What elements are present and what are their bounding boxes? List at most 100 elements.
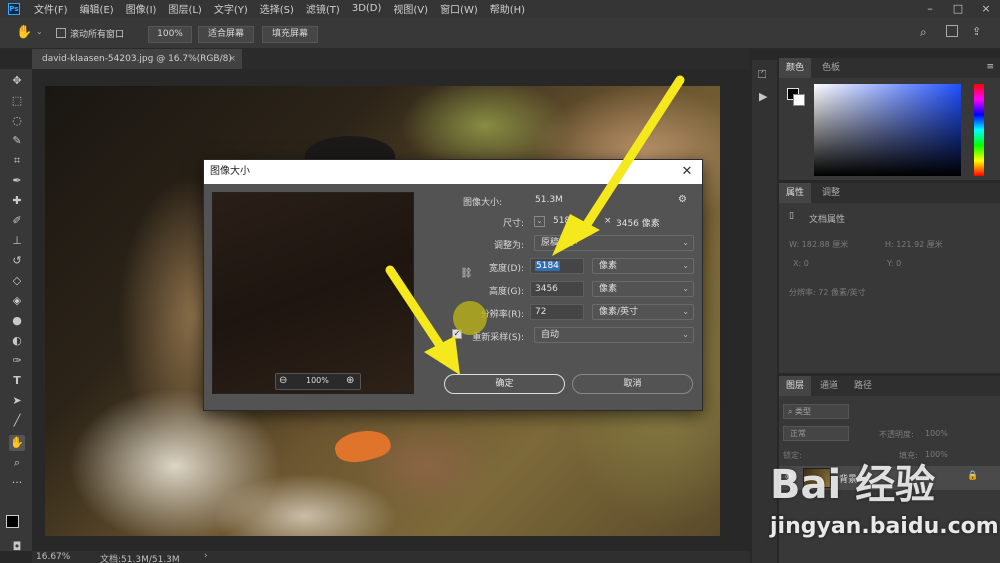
menu-help[interactable]: 帮助(H) (484, 1, 531, 16)
pen-tool-icon[interactable]: ✑ (9, 353, 25, 369)
minimize-icon[interactable]: – (916, 0, 944, 17)
menu-view[interactable]: 视图(V) (387, 1, 434, 16)
status-bar: 16.67% 文档:51.3M/51.3M › (32, 551, 750, 563)
settings-gear-icon[interactable]: ⚙ (678, 194, 687, 205)
resample-select[interactable]: 自动 ⌄ (534, 327, 694, 343)
width-input[interactable]: 5184 (530, 258, 584, 274)
dimensions-x: × (604, 216, 612, 226)
type-tool-icon[interactable]: T (9, 373, 25, 389)
fill-screen-button[interactable]: 填充屏幕 (262, 26, 318, 43)
zoom-tool-icon[interactable]: ⌕ (9, 455, 25, 471)
ps-logo: Ps (8, 2, 20, 15)
height-unit-select[interactable]: 像素 ⌄ (592, 281, 694, 297)
move-tool-icon[interactable]: ✥ (9, 73, 25, 89)
lasso-tool-icon[interactable]: ◌ (9, 113, 25, 129)
options-bar: ✋ ⌄ 滚动所有窗口 100% 适合屏幕 填充屏幕 ⌕ ⇪ (0, 17, 1000, 49)
healing-brush-tool-icon[interactable]: ✚ (9, 193, 25, 209)
chevron-down-icon: ⌄ (682, 307, 689, 316)
chevron-down-icon: ⌄ (682, 261, 689, 270)
blend-mode-select[interactable]: 正常 (783, 426, 849, 441)
zoom-out-icon[interactable]: ⊖ (279, 375, 287, 386)
tab-layers[interactable]: 图层 (779, 376, 812, 396)
resolution-input[interactable]: 72 (530, 304, 584, 320)
fit-to-select[interactable]: 原稿大小 ⌄ (534, 235, 694, 251)
quick-select-tool-icon[interactable]: ✎ (9, 133, 25, 149)
menu-type[interactable]: 文字(Y) (208, 1, 254, 16)
close-icon[interactable]: × (972, 0, 1000, 17)
clone-stamp-tool-icon[interactable]: ⊥ (9, 233, 25, 249)
hand-tool-icon[interactable]: ✋ (16, 25, 32, 41)
image-size-dialog: 图像大小 ✕ ⊖ 100% ⊕ 图像大小: 51.3M ⚙ 尺寸: ⌄ 5184… (203, 159, 703, 411)
foreground-color-swatch[interactable] (6, 515, 19, 528)
more-tools-icon[interactable]: ··· (9, 475, 25, 491)
document-tab[interactable]: david-klaasen-54203.jpg @ 16.7%(RGB/8) × (32, 49, 242, 69)
tab-color[interactable]: 颜色 (779, 58, 812, 78)
resolution-unit-select[interactable]: 像素/英寸 ⌄ (592, 304, 694, 320)
share-icon[interactable]: ⇪ (972, 25, 981, 38)
image-preview[interactable]: ⊖ 100% ⊕ (212, 192, 414, 394)
zoom-100-button[interactable]: 100% (148, 26, 192, 43)
dimensions-chevron-icon[interactable]: ⌄ (534, 216, 545, 227)
menu-window[interactable]: 窗口(W) (434, 1, 484, 16)
scroll-all-checkbox[interactable] (56, 28, 66, 38)
document-tab-bar: david-klaasen-54203.jpg @ 16.7%(RGB/8) × (32, 49, 750, 69)
dialog-close-icon[interactable]: ✕ (678, 162, 696, 182)
menu-select[interactable]: 选择(S) (254, 1, 300, 16)
tab-channels[interactable]: 通道 (813, 376, 845, 396)
quick-mask-icon[interactable]: ◘ (9, 539, 25, 555)
ok-button[interactable]: 确定 (444, 374, 565, 394)
properties-panel: 属性 调整 ▯ 文档属性 W: 182.88 厘米 H: 121.92 厘米 X… (779, 183, 1000, 373)
width-value: 5184 (535, 261, 560, 271)
props-y: Y: 0 (887, 259, 902, 268)
width-unit-select[interactable]: 像素 ⌄ (592, 258, 694, 274)
props-title: 文档属性 (809, 215, 846, 225)
chevron-down-icon: ⌄ (682, 284, 689, 293)
search-icon[interactable]: ⌕ (920, 25, 927, 40)
dodge-tool-icon[interactable]: ◐ (9, 333, 25, 349)
menu-edit[interactable]: 编辑(E) (74, 1, 120, 16)
marquee-tool-icon[interactable]: ⬚ (9, 93, 25, 109)
menu-file[interactable]: 文件(F) (28, 1, 74, 16)
fit-screen-button[interactable]: 适合屏幕 (198, 26, 254, 43)
path-select-tool-icon[interactable]: ➤ (9, 393, 25, 409)
menu-layer[interactable]: 图层(L) (162, 1, 207, 16)
line-tool-icon[interactable]: ╱ (9, 413, 25, 429)
crop-tool-icon[interactable]: ⌗ (9, 153, 25, 169)
history-brush-tool-icon[interactable]: ↺ (9, 253, 25, 269)
background-swatch[interactable] (793, 94, 805, 106)
hue-slider[interactable] (974, 84, 984, 176)
tab-adjustments[interactable]: 调整 (815, 183, 847, 203)
close-tab-icon[interactable]: × (228, 49, 236, 69)
document-tab-title: david-klaasen-54203.jpg @ 16.7%(RGB/8) (42, 54, 232, 64)
brush-tool-icon[interactable]: ✐ (9, 213, 25, 229)
opacity-label: 不透明度: (879, 430, 914, 439)
tab-properties[interactable]: 属性 (779, 183, 812, 203)
layer-filter-select[interactable]: ⌕ 类型 (783, 404, 849, 419)
menu-filter[interactable]: 滤镜(T) (300, 1, 346, 16)
blur-tool-icon[interactable]: ● (9, 313, 25, 329)
opacity-value[interactable]: 100% (925, 429, 948, 438)
play-action-icon[interactable]: ▶ (759, 90, 767, 103)
history-panel-icon[interactable]: ⏍ (758, 68, 766, 82)
properties-panel-header: 属性 调整 (779, 183, 1000, 203)
cancel-button[interactable]: 取消 (572, 374, 693, 394)
chevron-right-icon[interactable]: › (204, 551, 208, 561)
maximize-icon[interactable]: □ (944, 0, 972, 17)
tab-paths[interactable]: 路径 (847, 376, 879, 396)
zoom-in-icon[interactable]: ⊕ (346, 375, 354, 386)
chevron-down-icon[interactable]: ⌄ (36, 27, 43, 36)
tab-swatches[interactable]: 色板 (815, 58, 847, 78)
eraser-tool-icon[interactable]: ◇ (9, 273, 25, 289)
color-field[interactable] (814, 84, 961, 176)
resolution-unit: 像素/英寸 (599, 307, 639, 317)
dimensions-height: 3456 像素 (616, 219, 660, 229)
hand-tool-active-icon[interactable]: ✋ (9, 435, 25, 451)
panel-menu-icon[interactable]: ≡ (986, 62, 994, 72)
menu-3d[interactable]: 3D(D) (346, 3, 388, 14)
paint-bucket-tool-icon[interactable]: ◈ (9, 293, 25, 309)
workspace-icon[interactable] (946, 25, 958, 37)
zoom-readout[interactable]: 16.67% (36, 552, 70, 562)
menu-image[interactable]: 图像(I) (120, 1, 163, 16)
eyedropper-tool-icon[interactable]: ✒ (9, 173, 25, 189)
height-input[interactable]: 3456 (530, 281, 584, 297)
